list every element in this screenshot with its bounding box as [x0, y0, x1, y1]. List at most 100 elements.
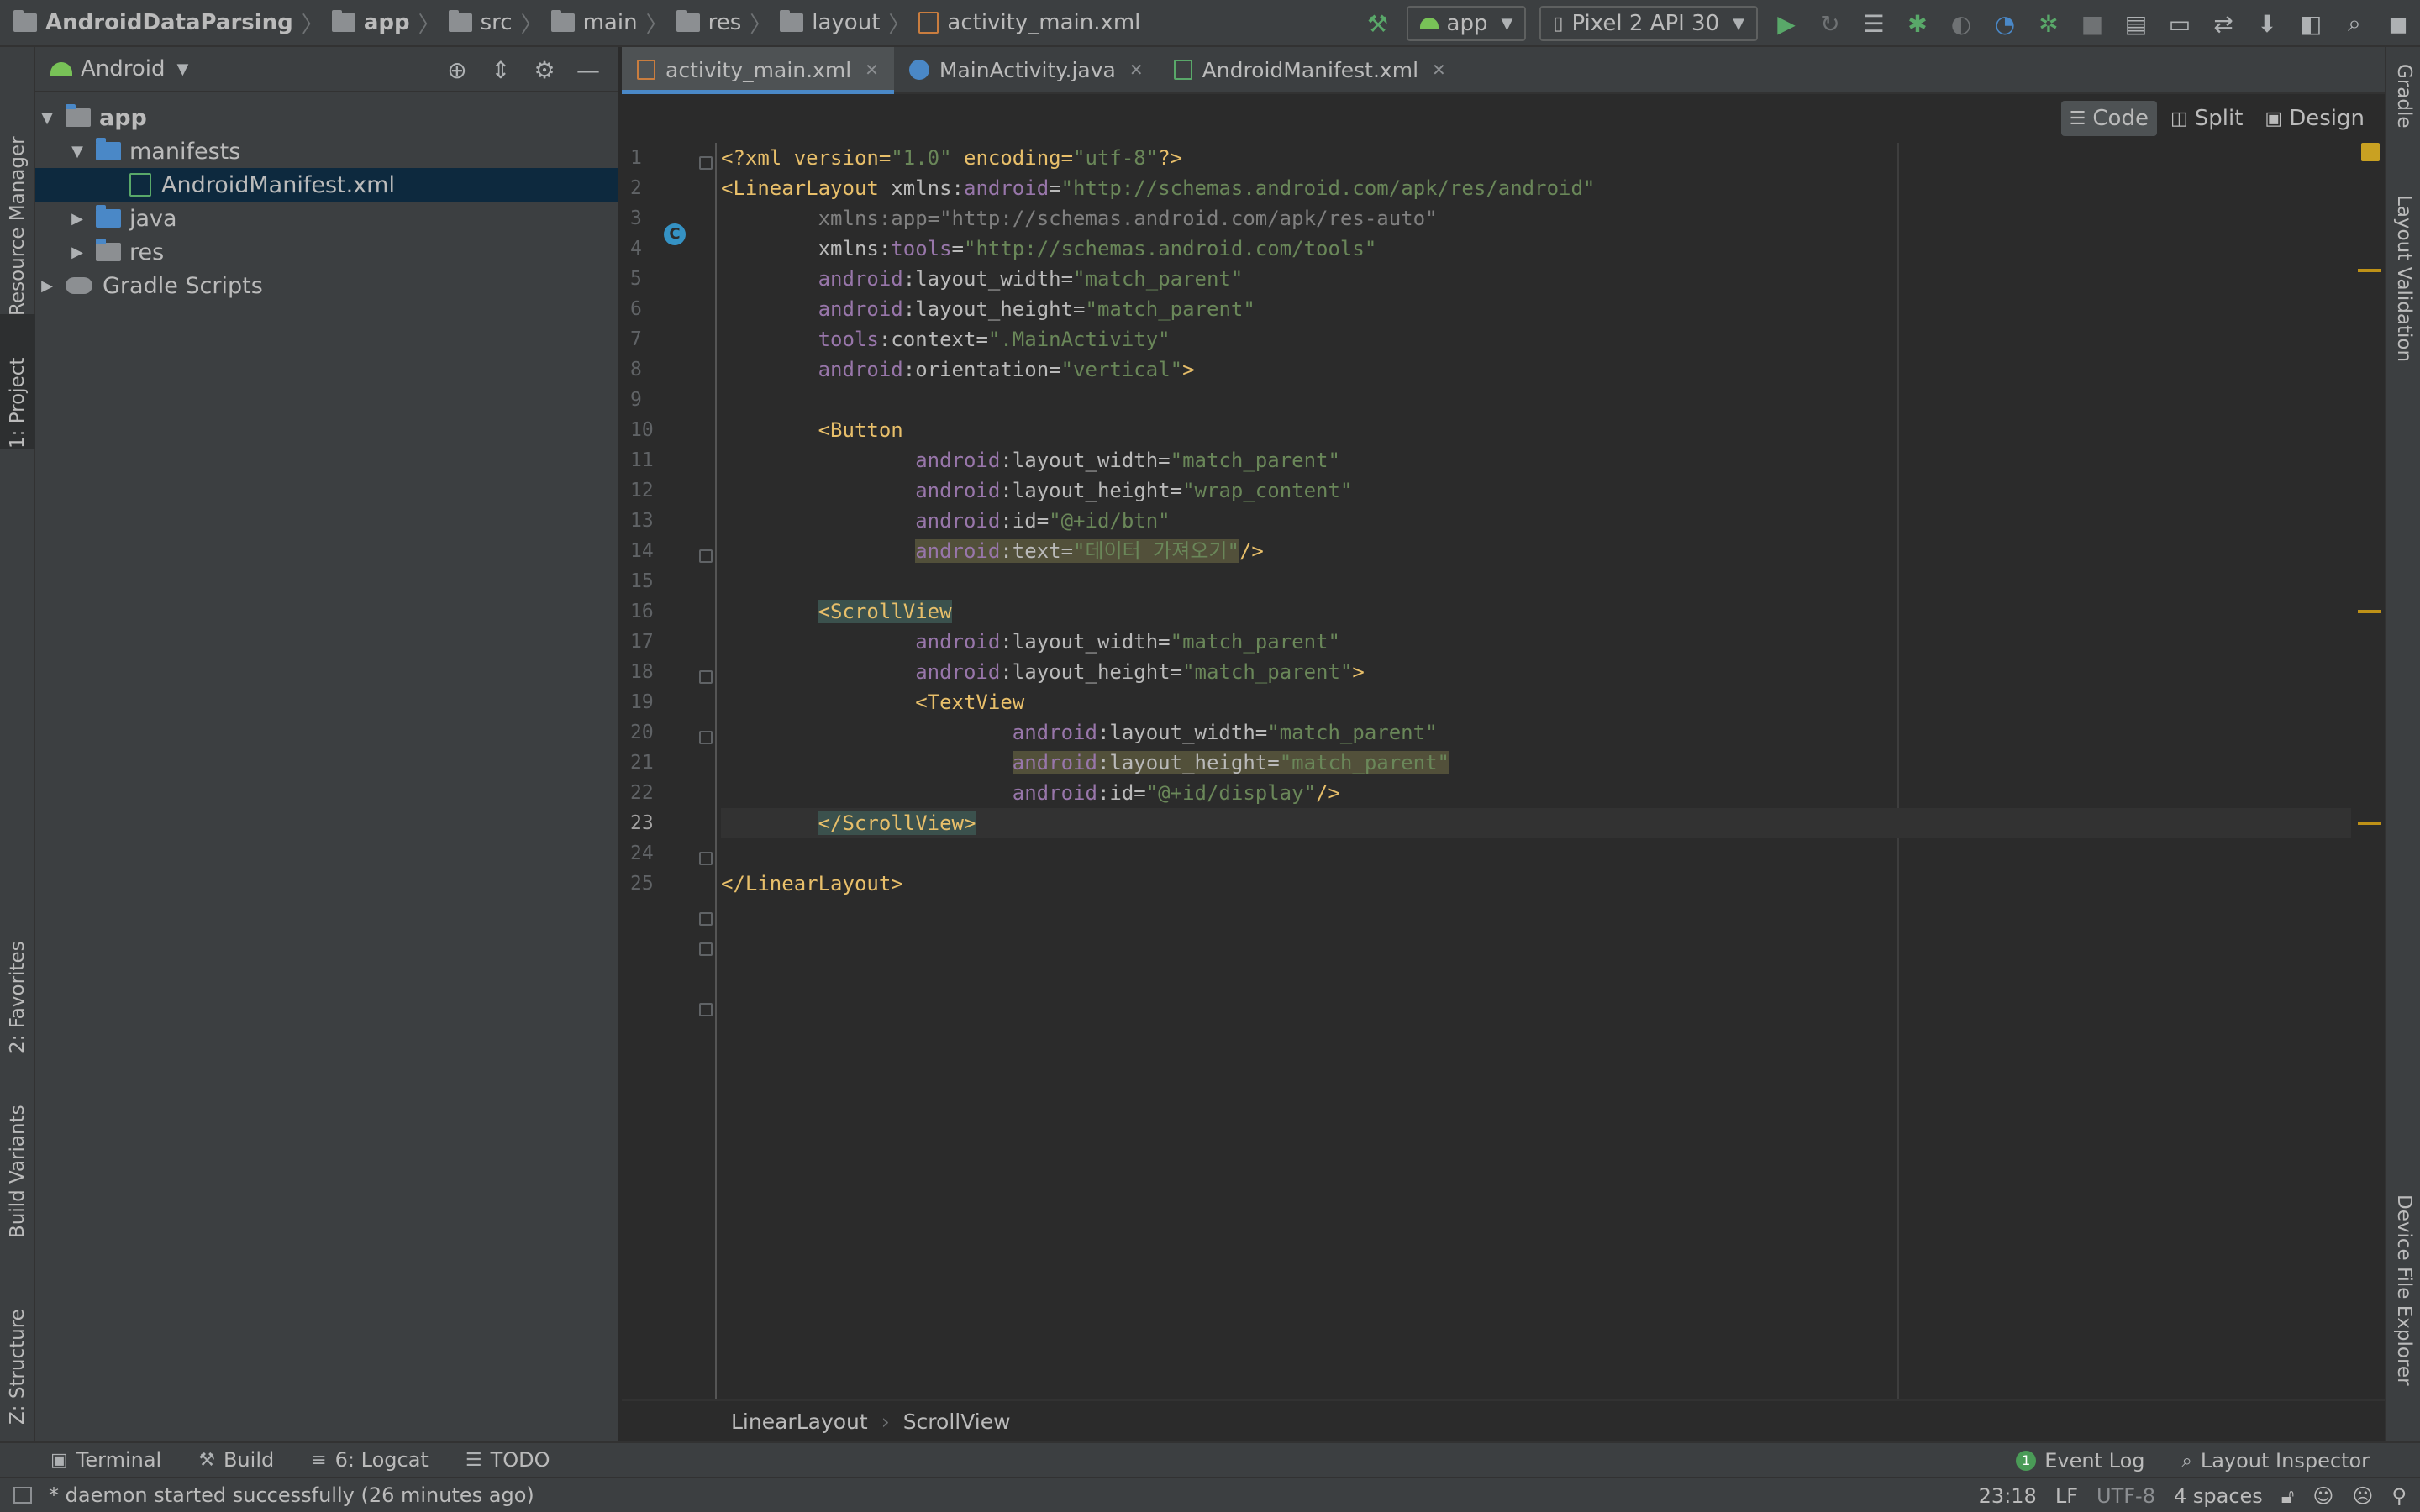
- project-structure-icon[interactable]: ▤: [2114, 0, 2158, 47]
- layout-inspector-tab[interactable]: ⌕ Layout Inspector: [2182, 1449, 2370, 1473]
- notifications-icon[interactable]: ⚲: [2391, 1484, 2407, 1508]
- tab-android-manifest[interactable]: AndroidManifest.xml ✕: [1159, 47, 1461, 92]
- breadcrumb-layout[interactable]: layout: [780, 10, 880, 35]
- breadcrumb-project[interactable]: AndroidDataParsing: [13, 10, 293, 35]
- coverage-icon[interactable]: ◐: [1939, 0, 1983, 47]
- rerun-icon[interactable]: ↻: [1808, 0, 1852, 47]
- code-breadcrumb-item[interactable]: LinearLayout: [731, 1410, 868, 1434]
- fold-icon[interactable]: [699, 731, 713, 744]
- fold-icon[interactable]: [699, 549, 713, 563]
- gear-icon[interactable]: ⚙: [523, 56, 566, 84]
- code-editor[interactable]: 1 2 3 4 5 6 7 8 9 10 11 12 13 14 15 16 1…: [622, 97, 2385, 1399]
- tool-tab-project[interactable]: 1: Project: [0, 314, 35, 449]
- breadcrumb-src[interactable]: src: [448, 10, 513, 35]
- expanded-arrow-icon[interactable]: ▼: [69, 143, 86, 160]
- close-icon[interactable]: ✕: [1129, 60, 1144, 80]
- user-icon[interactable]: ◼: [2376, 0, 2420, 47]
- terminal-icon: ▣: [50, 1449, 68, 1471]
- lock-icon[interactable]: 🔓︎: [2281, 1484, 2295, 1508]
- line-separator[interactable]: LF: [2055, 1484, 2078, 1508]
- tool-tab-structure[interactable]: Z: Structure: [0, 1265, 35, 1425]
- tool-tab-resource-manager[interactable]: Resource Manager: [0, 64, 35, 316]
- sdk-manager-icon[interactable]: ⬇: [2245, 0, 2289, 47]
- tree-item-manifests[interactable]: ▼ manifests: [35, 134, 618, 168]
- locate-icon[interactable]: ⊕: [435, 56, 479, 84]
- tool-tab-device-file-explorer[interactable]: Device File Explorer: [2386, 1194, 2420, 1438]
- collapsed-arrow-icon[interactable]: ▶: [69, 244, 86, 261]
- tree-item-app[interactable]: ▼ app: [35, 101, 618, 134]
- logcat-device-icon[interactable]: ◧: [2289, 0, 2333, 47]
- collapsed-arrow-icon[interactable]: ▶: [39, 277, 55, 295]
- manifest-file-icon: [1173, 60, 1192, 80]
- stop-icon[interactable]: ■: [2070, 0, 2114, 47]
- debug-icon[interactable]: ✱: [1896, 0, 1939, 47]
- breadcrumb-main[interactable]: main: [550, 10, 638, 35]
- breadcrumb-app[interactable]: app: [331, 10, 410, 35]
- event-log-tab[interactable]: 1 Event Log: [2016, 1449, 2145, 1473]
- fold-icon[interactable]: [699, 1003, 713, 1016]
- fold-icon[interactable]: [699, 942, 713, 956]
- collapse-all-icon[interactable]: ⇕: [479, 56, 523, 84]
- code-line: android:layout_width="match_parent": [1012, 721, 1438, 744]
- warning-mark[interactable]: [2358, 269, 2381, 272]
- terminal-tab[interactable]: ▣ Terminal: [50, 1448, 161, 1472]
- todo-tab[interactable]: ☰ TODO: [466, 1448, 550, 1472]
- indent-setting[interactable]: 4 spaces: [2174, 1484, 2263, 1508]
- minimize-icon[interactable]: —: [566, 56, 610, 84]
- code-line: xmlns:tools="http://schemas.android.com/…: [818, 237, 1377, 260]
- tree-item-gradle-scripts[interactable]: ▶ Gradle Scripts: [35, 269, 618, 302]
- chevron-down-icon[interactable]: ▼: [177, 60, 189, 78]
- status-message[interactable]: * daemon started successfully (26 minute…: [49, 1483, 534, 1507]
- toggle-tool-windows-icon[interactable]: [13, 1487, 32, 1504]
- error-stripe[interactable]: [2351, 143, 2385, 1399]
- breadcrumb-file[interactable]: activity_main.xml: [918, 10, 1140, 35]
- class-marker-icon[interactable]: C: [664, 223, 686, 245]
- warning-mark[interactable]: [2358, 610, 2381, 613]
- tree-item-java[interactable]: ▶ java: [35, 202, 618, 235]
- tab-main-activity[interactable]: MainActivity.java ✕: [894, 47, 1159, 92]
- apply-changes-icon[interactable]: ☰: [1852, 0, 1896, 47]
- tool-tab-build-variants[interactable]: Build Variants: [0, 1070, 35, 1238]
- fold-icon[interactable]: [699, 852, 713, 865]
- close-icon[interactable]: ✕: [1432, 60, 1446, 80]
- hammer-build-icon[interactable]: ⚒: [1356, 0, 1400, 47]
- tool-tab-layout-validation[interactable]: Layout Validation: [2386, 195, 2420, 447]
- expanded-arrow-icon[interactable]: ▼: [39, 109, 55, 127]
- build-tab[interactable]: ⚒ Build: [198, 1448, 274, 1472]
- tree-item-android-manifest[interactable]: AndroidManifest.xml: [35, 168, 618, 202]
- chevron-down-icon: ▼: [1501, 14, 1513, 33]
- breadcrumb-separator: 〉: [750, 12, 772, 38]
- run-config-select[interactable]: app ▼: [1406, 6, 1527, 41]
- warning-mark[interactable]: [2358, 822, 2381, 825]
- run-icon[interactable]: ▶: [1765, 0, 1808, 47]
- fold-icon[interactable]: [699, 670, 713, 684]
- left-tool-strip: Resource Manager 1: Project 2: Favorites…: [0, 47, 35, 1441]
- breadcrumb-res[interactable]: res: [676, 10, 741, 35]
- tool-tab-gradle[interactable]: Gradle: [2386, 64, 2420, 181]
- caret-position[interactable]: 23:18: [1979, 1484, 2037, 1508]
- device-select[interactable]: ▯ Pixel 2 API 30 ▼: [1539, 6, 1758, 41]
- event-count-badge: 1: [2016, 1451, 2037, 1471]
- search-icon[interactable]: ⌕: [2333, 0, 2376, 47]
- breadcrumb-separator: 〉: [888, 12, 911, 38]
- attach-debugger-icon[interactable]: ✲: [2027, 0, 2070, 47]
- collapsed-arrow-icon[interactable]: ▶: [69, 210, 86, 228]
- logcat-tab[interactable]: ≡ 6: Logcat: [311, 1448, 429, 1472]
- happy-face-icon[interactable]: ☺: [2312, 1484, 2333, 1508]
- profile-icon[interactable]: ◔: [1983, 0, 2027, 47]
- tab-activity-main[interactable]: activity_main.xml ✕: [622, 47, 894, 94]
- close-icon[interactable]: ✕: [865, 60, 879, 80]
- tool-tab-favorites[interactable]: 2: Favorites: [0, 885, 35, 1053]
- project-view-select[interactable]: Android: [81, 56, 166, 81]
- avd-manager-icon[interactable]: ▭: [2158, 0, 2202, 47]
- file-encoding[interactable]: UTF-8: [2096, 1484, 2155, 1508]
- fold-icon[interactable]: [699, 912, 713, 926]
- sad-face-icon[interactable]: ☹: [2352, 1484, 2373, 1508]
- warning-indicator-icon[interactable]: [2361, 143, 2380, 161]
- fold-icon[interactable]: [699, 156, 713, 170]
- sync-gradle-icon[interactable]: ⇄: [2202, 0, 2245, 47]
- code-breadcrumb-item[interactable]: ScrollView: [903, 1410, 1011, 1434]
- code-line: android:orientation="vertical">: [818, 358, 1195, 381]
- tree-item-res[interactable]: ▶ res: [35, 235, 618, 269]
